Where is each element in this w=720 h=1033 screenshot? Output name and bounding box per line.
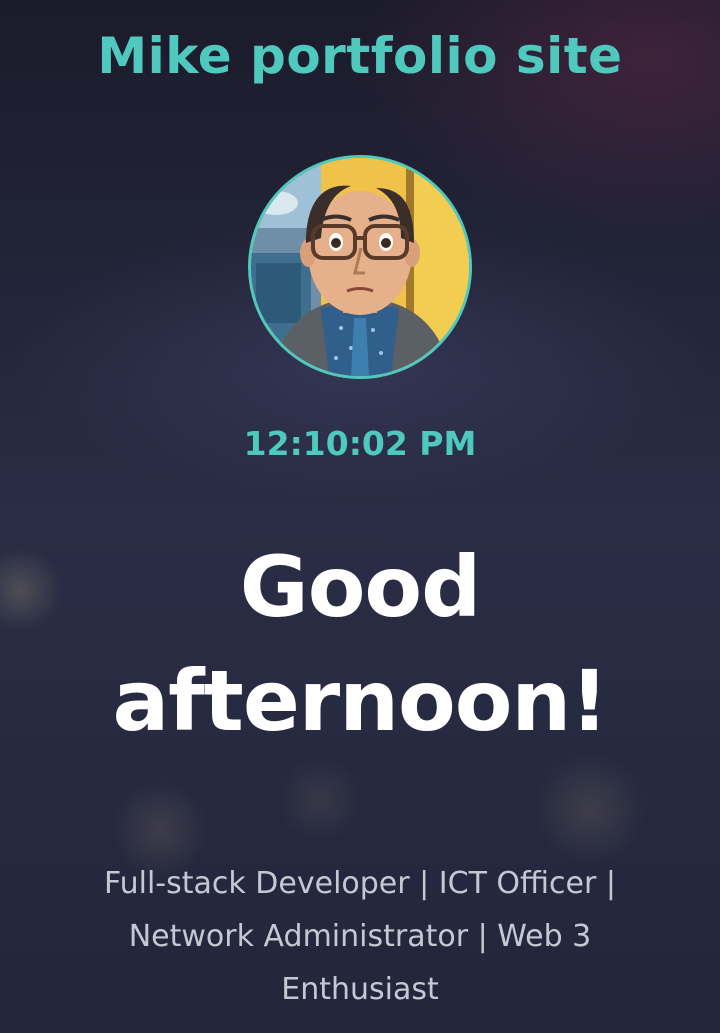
site-title[interactable]: Mike portfolio site <box>0 24 720 88</box>
avatar <box>248 155 472 379</box>
roles-tagline: Full-stack Developer | ICT Officer | Net… <box>104 866 616 1007</box>
greeting-heading: Good afternoon! <box>112 538 608 750</box>
portfolio-page: Mike portfolio site 12:10:02 PM Good aft… <box>0 0 720 1033</box>
current-time: 12:10:02 PM <box>243 424 477 463</box>
profile-avatar-illustration <box>251 158 469 376</box>
